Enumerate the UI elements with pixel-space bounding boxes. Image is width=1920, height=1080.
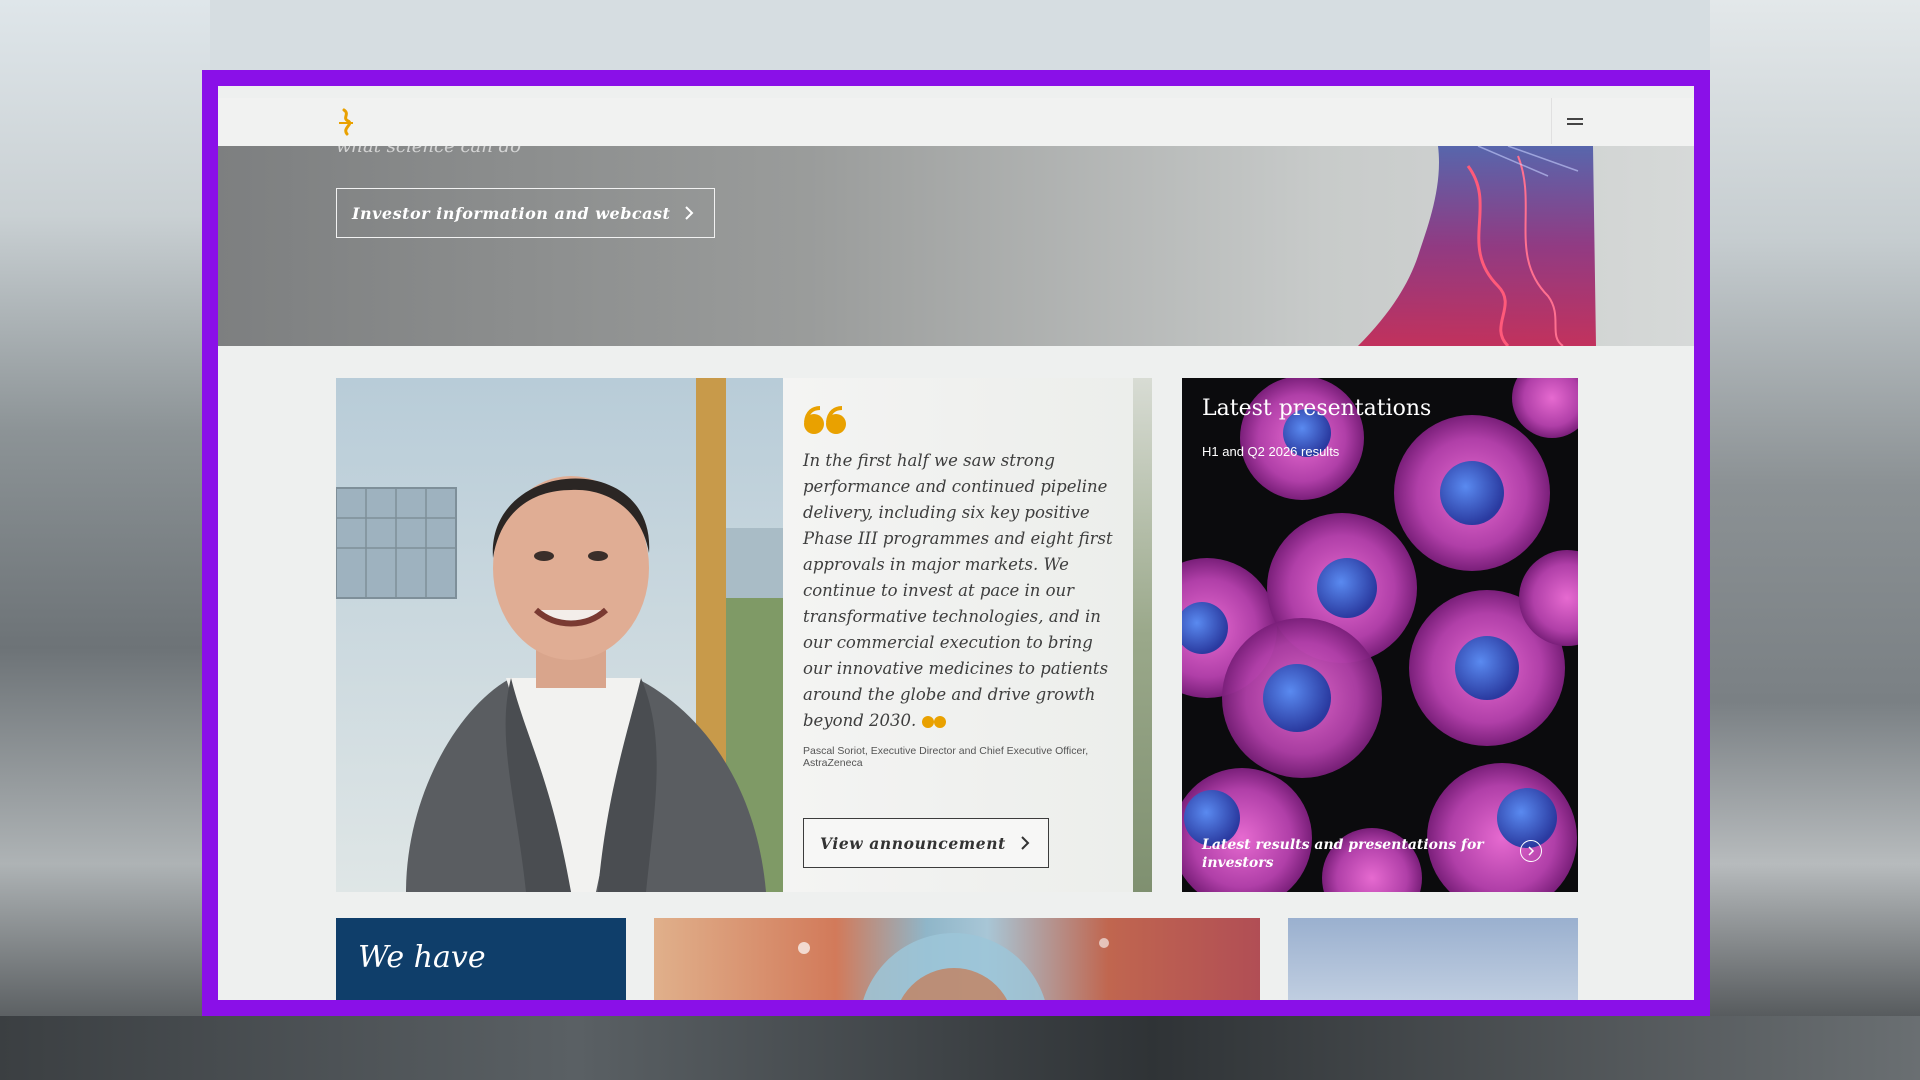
cell-illustration-tile[interactable] [654, 918, 1260, 1000]
presentations-subtitle: H1 and Q2 2026 results [1202, 444, 1340, 459]
latest-presentations-card[interactable]: Latest presentations H1 and Q2 2026 resu… [1182, 378, 1578, 892]
quote-text: In the first half we saw strong performa… [803, 448, 1125, 734]
investor-webcast-label: Investor information and webcast [352, 203, 671, 223]
investor-webcast-button[interactable]: Investor information and webcast [336, 188, 716, 238]
presentations-footer: Latest results and presentations for inv… [1202, 837, 1484, 871]
close-quote-icon [922, 715, 947, 728]
ceo-photo [336, 378, 783, 892]
photo-edge-strip [1133, 378, 1152, 892]
menu-button[interactable] [1551, 98, 1598, 144]
view-announcement-button[interactable]: View announcement [803, 818, 1049, 868]
we-have-tile[interactable]: We have [336, 918, 626, 1000]
anatomy-illustration [1358, 146, 1596, 346]
chevron-right-icon [1528, 846, 1535, 856]
background-left [0, 0, 210, 1080]
view-announcement-label: View announcement [820, 833, 1006, 853]
chevron-right-icon [685, 206, 694, 220]
background-top [0, 0, 1920, 70]
hamburger-menu-icon [1567, 117, 1583, 120]
second-content-row: We have [336, 918, 1578, 1000]
background-bottom [0, 1016, 1920, 1080]
webpage: what science can do Investor information… [218, 86, 1694, 1000]
quote-panel: In the first half we saw strong performa… [783, 378, 1133, 892]
background-right [1710, 0, 1920, 1080]
astrazeneca-logo-icon[interactable] [336, 108, 358, 136]
screen-frame: what science can do Investor information… [202, 70, 1710, 1016]
quote-author: Pascal Soriot, Executive Director and Ch… [803, 745, 1089, 769]
cell-illustration [798, 933, 1109, 1000]
presentations-title: Latest presentations [1202, 396, 1432, 421]
we-have-text: We have [358, 940, 486, 975]
chevron-right-icon [1021, 836, 1030, 850]
sky-image-tile[interactable] [1288, 918, 1578, 1000]
hero-banner: what science can do Investor information… [218, 146, 1694, 346]
arrow-circle-icon[interactable] [1520, 840, 1542, 862]
quote-body: In the first half we saw strong performa… [803, 451, 1113, 730]
open-quote-icon [804, 406, 846, 434]
site-header [218, 98, 1694, 147]
ceo-quote-card: In the first half we saw strong performa… [336, 378, 1152, 892]
hero-subtitle: what science can do [336, 146, 521, 157]
